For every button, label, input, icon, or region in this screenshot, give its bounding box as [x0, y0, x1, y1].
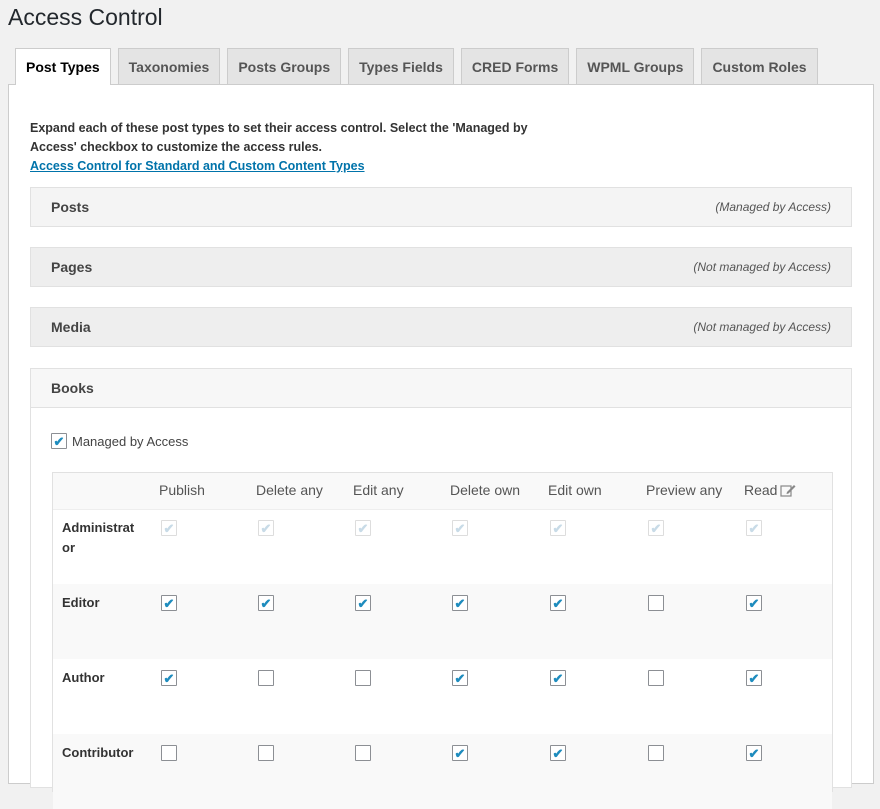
- tab-posts-groups[interactable]: Posts Groups: [227, 48, 342, 84]
- permission-checkbox-read[interactable]: ✔: [746, 670, 762, 686]
- role-name: Author: [62, 670, 105, 685]
- post-types-panel: Expand each of these post types to set t…: [8, 84, 874, 809]
- tab-types-fields[interactable]: Types Fields: [348, 48, 454, 84]
- section-media[interactable]: Media (Not managed by Access): [30, 307, 852, 347]
- section-media-title: Media: [51, 319, 91, 335]
- permission-checkbox-preview-any: ✔: [648, 520, 664, 536]
- tab-wpml-groups[interactable]: WPML Groups: [576, 48, 695, 84]
- managed-by-access-label: Managed by Access: [72, 433, 189, 449]
- permission-checkbox-delete-any: ✔: [258, 520, 274, 536]
- permission-checkbox-publish: ✔: [161, 520, 177, 536]
- column-header-label: Preview any: [646, 482, 723, 498]
- section-media-status: (Not managed by Access): [693, 320, 831, 334]
- section-posts[interactable]: Posts (Managed by Access): [30, 187, 852, 227]
- column-header-label: Edit own: [548, 482, 602, 498]
- section-books-header[interactable]: Books: [31, 369, 851, 408]
- permission-checkbox-delete-any[interactable]: [258, 745, 274, 761]
- permissions-header: Publish Delete any Edit any Delete own Edit …: [53, 473, 832, 510]
- permission-checkbox-delete-own: ✔: [452, 520, 468, 536]
- permission-checkbox-edit-any[interactable]: [355, 670, 371, 686]
- permission-checkbox-delete-own[interactable]: ✔: [452, 670, 468, 686]
- tab-custom-roles[interactable]: Custom Roles: [701, 48, 818, 84]
- section-pages-title: Pages: [51, 259, 93, 275]
- column-header-label: Delete own: [450, 482, 521, 498]
- column-header-edit-own: Edit own: [548, 482, 602, 498]
- column-header-label: Edit any: [353, 482, 404, 498]
- role-name: Contributor: [62, 745, 134, 760]
- permission-checkbox-delete-any[interactable]: ✔: [258, 595, 274, 611]
- permission-checkbox-delete-any[interactable]: [258, 670, 274, 686]
- permission-checkbox-edit-own[interactable]: ✔: [550, 595, 566, 611]
- permission-checkbox-preview-any[interactable]: [648, 670, 664, 686]
- permission-checkbox-preview-any[interactable]: [648, 745, 664, 761]
- tab-cred-forms[interactable]: CRED Forms: [460, 48, 570, 84]
- help-link[interactable]: Access Control for Standard and Custom C…: [30, 157, 530, 176]
- page-title: Access Control: [8, 4, 163, 30]
- permission-checkbox-edit-own: ✔: [550, 520, 566, 536]
- permission-checkbox-edit-any[interactable]: [355, 745, 371, 761]
- column-header-publish: Publish: [159, 482, 205, 498]
- permission-checkbox-publish[interactable]: [161, 745, 177, 761]
- edit-icon[interactable]: [780, 483, 796, 497]
- permission-checkbox-preview-any[interactable]: [648, 595, 664, 611]
- intro-text: Expand each of these post types to set t…: [30, 119, 530, 176]
- intro-description: Expand each of these post types to set t…: [30, 121, 528, 154]
- section-posts-status: (Managed by Access): [715, 200, 831, 214]
- permission-checkbox-delete-own[interactable]: ✔: [452, 595, 468, 611]
- column-header-delete-own: Delete own: [450, 482, 520, 498]
- column-header-label: Read: [744, 482, 778, 498]
- permission-checkbox-publish[interactable]: ✔: [161, 670, 177, 686]
- section-books: Books ✔ Managed by Access Publish Delete …: [30, 368, 852, 809]
- permission-checkbox-edit-own[interactable]: ✔: [550, 745, 566, 761]
- permission-checkbox-edit-any[interactable]: ✔: [355, 595, 371, 611]
- permission-checkbox-edit-own[interactable]: ✔: [550, 670, 566, 686]
- role-row-contributor: Contributor ✔ ✔ ✔: [53, 734, 832, 809]
- role-row-author: Author ✔ ✔ ✔ ✔: [53, 659, 832, 734]
- role-row-editor: Editor ✔ ✔ ✔ ✔ ✔ ✔: [53, 584, 832, 659]
- tab-bar: Post Types Taxonomies Posts Groups Types…: [15, 48, 818, 85]
- permissions-grid: Publish Delete any Edit any Delete own Edit …: [52, 472, 833, 809]
- column-header-read: Read: [744, 482, 796, 498]
- section-posts-title: Posts: [51, 199, 90, 215]
- permission-checkbox-read[interactable]: ✔: [746, 745, 762, 761]
- permission-checkbox-read: ✔: [746, 520, 762, 536]
- section-posts-header[interactable]: Posts (Managed by Access): [31, 188, 851, 226]
- permission-checkbox-read[interactable]: ✔: [746, 595, 762, 611]
- tab-taxonomies[interactable]: Taxonomies: [117, 48, 221, 84]
- role-name: Editor: [62, 595, 100, 610]
- tab-post-types[interactable]: Post Types: [15, 48, 111, 85]
- permission-checkbox-edit-any: ✔: [355, 520, 371, 536]
- permission-checkbox-publish[interactable]: ✔: [161, 595, 177, 611]
- column-header-delete-any: Delete any: [256, 482, 323, 498]
- column-header-label: Publish: [159, 482, 205, 498]
- permission-checkbox-delete-own[interactable]: ✔: [452, 745, 468, 761]
- column-header-preview-any: Preview any: [646, 482, 722, 498]
- section-media-header[interactable]: Media (Not managed by Access): [31, 308, 851, 346]
- column-header-edit-any: Edit any: [353, 482, 404, 498]
- role-row-administrator: Administrator ✔ ✔ ✔ ✔ ✔ ✔ ✔: [53, 509, 832, 584]
- managed-by-access-option[interactable]: ✔ Managed by Access: [51, 433, 188, 449]
- column-header-label: Delete any: [256, 482, 323, 498]
- section-books-title: Books: [51, 380, 94, 396]
- section-pages-header[interactable]: Pages (Not managed by Access): [31, 248, 851, 286]
- section-pages[interactable]: Pages (Not managed by Access): [30, 247, 852, 287]
- role-name: Administrator: [62, 520, 135, 555]
- managed-by-access-checkbox[interactable]: ✔: [51, 433, 67, 449]
- section-pages-status: (Not managed by Access): [693, 260, 831, 274]
